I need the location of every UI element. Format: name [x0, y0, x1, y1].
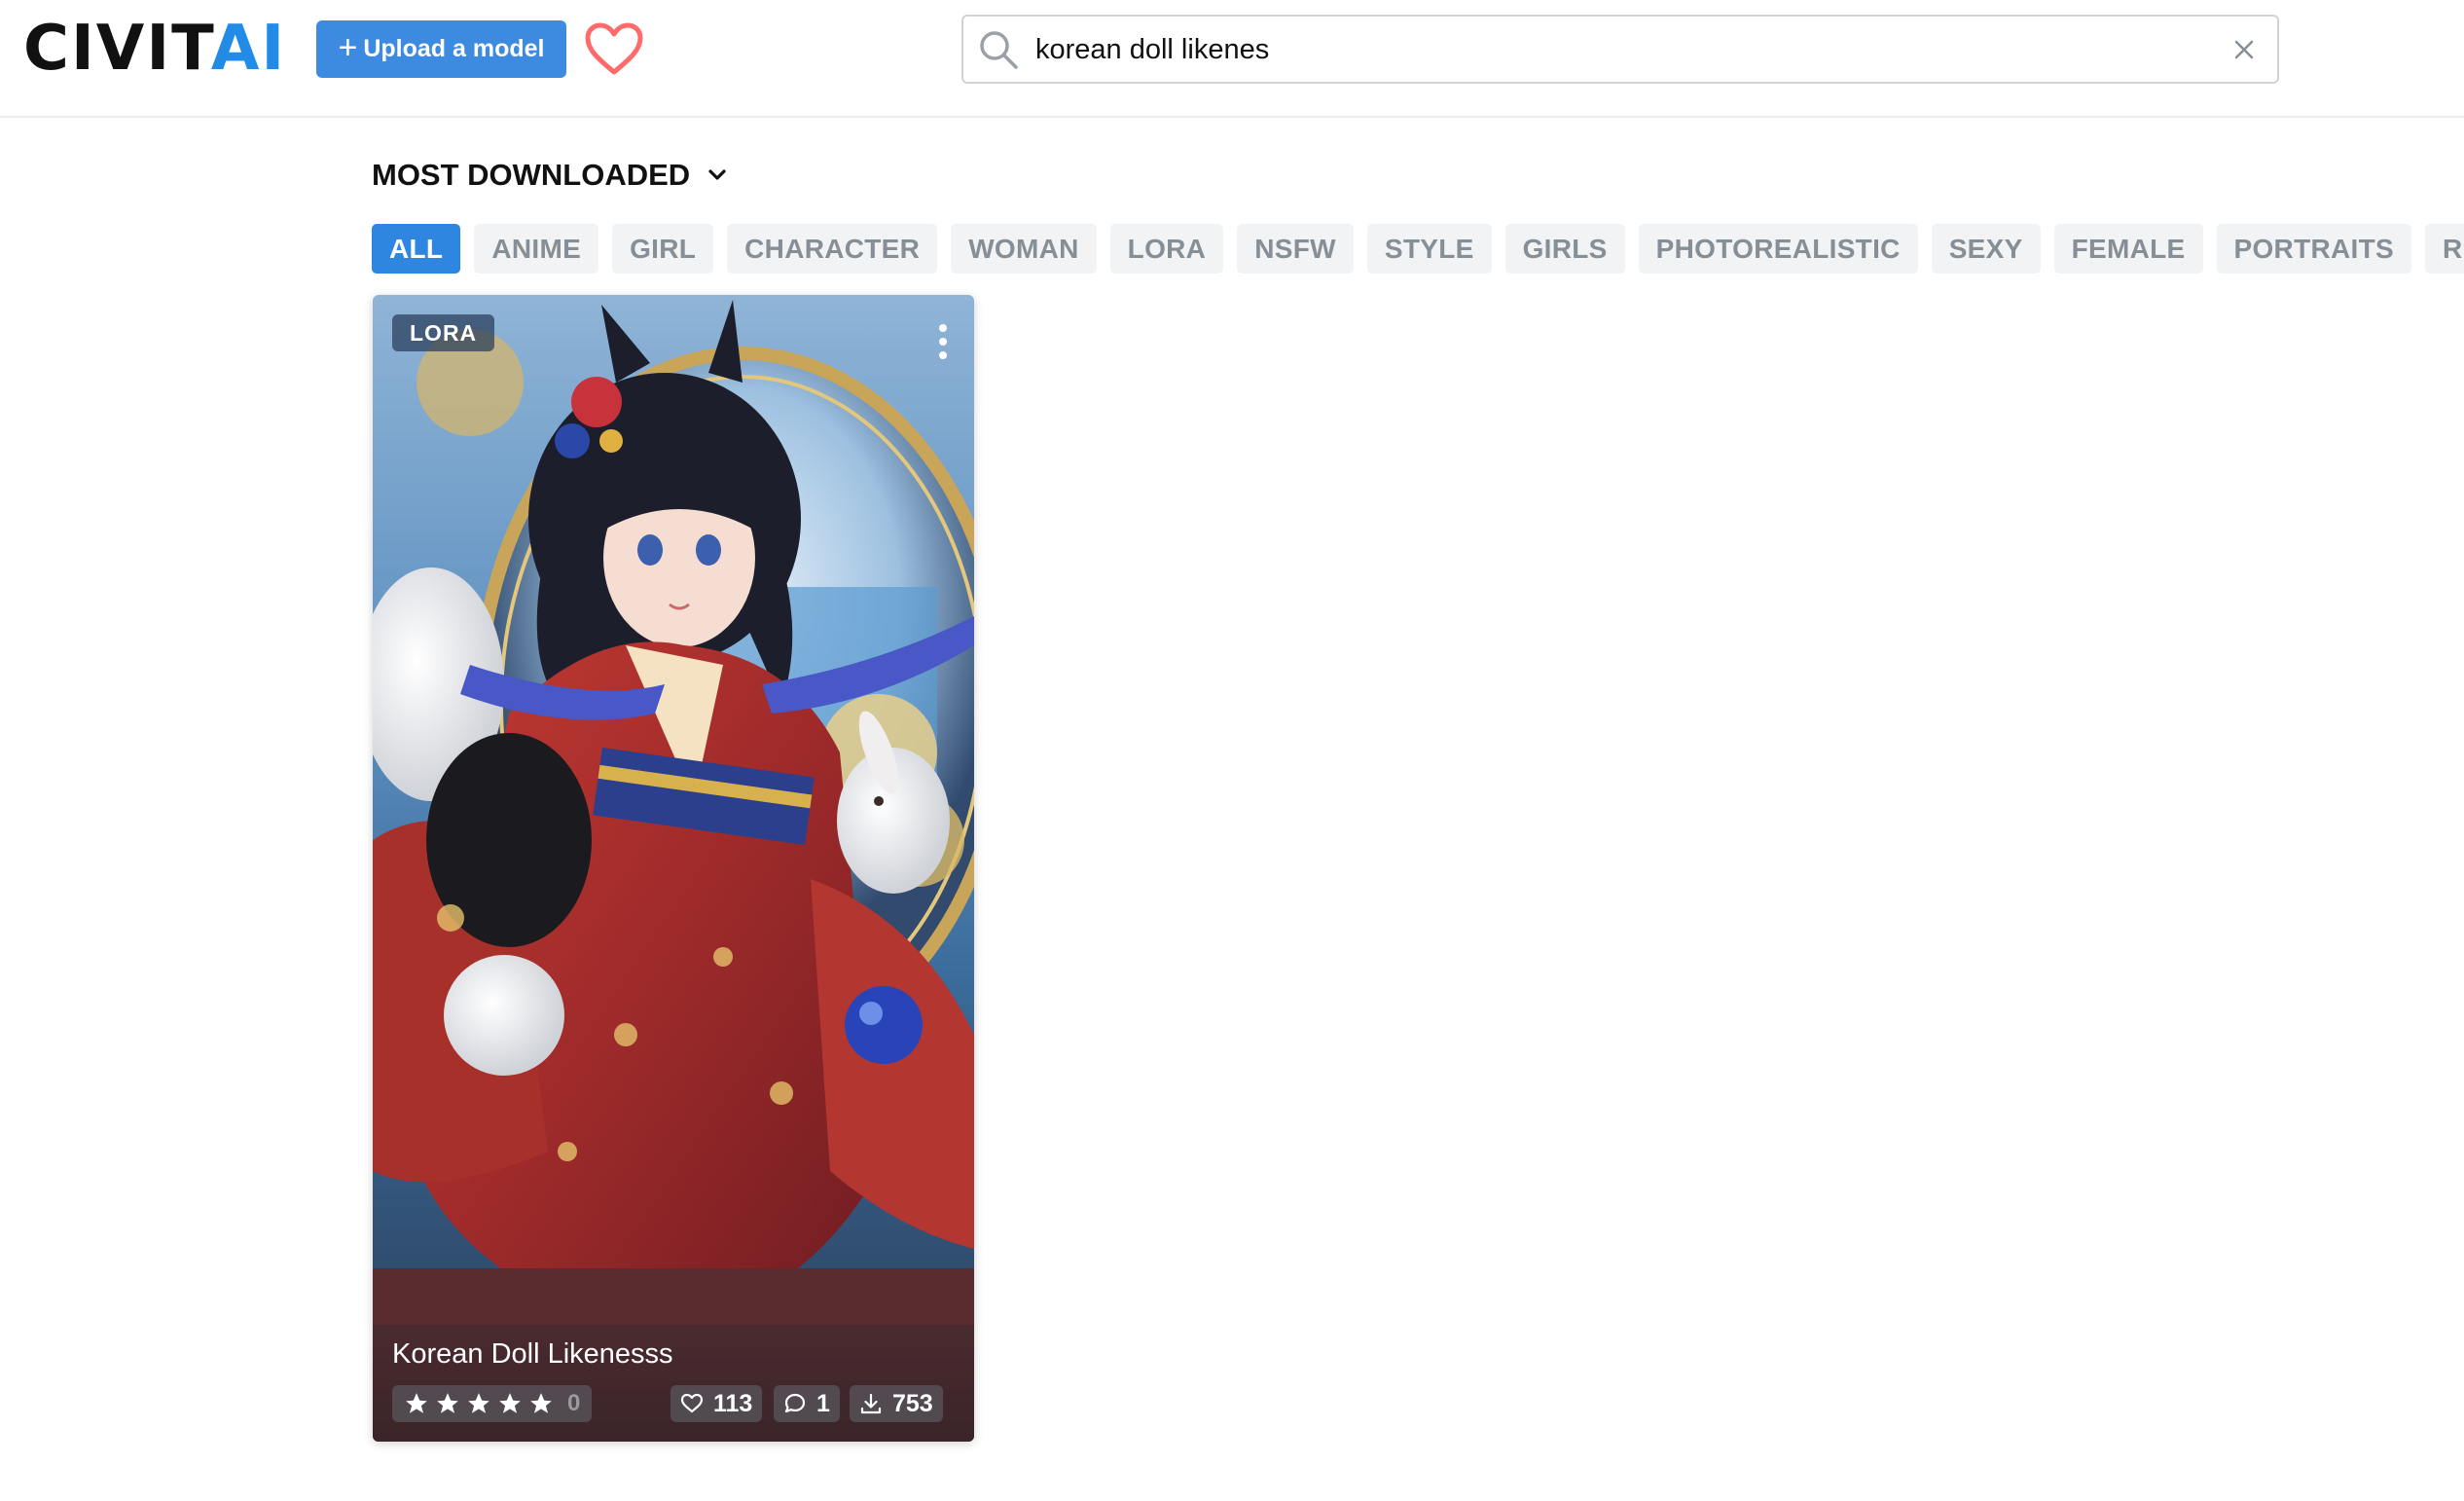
tag-chip-woman[interactable]: WOMAN: [951, 224, 1097, 274]
upload-model-label: Upload a model: [363, 35, 545, 62]
tag-chip-sexy[interactable]: SEXY: [1931, 224, 2041, 274]
top-header: CIVITAI + Upload a model: [0, 0, 2464, 118]
logo-civ-text: CIVIT: [23, 13, 211, 85]
star-icon: [499, 1393, 521, 1413]
tag-chip-character[interactable]: CHARACTER: [727, 224, 938, 274]
tag-chip-girl[interactable]: GIRL: [612, 224, 714, 274]
rating-count: 0: [567, 1390, 581, 1416]
model-type-badge: LORA: [392, 314, 495, 351]
search-bar[interactable]: [961, 15, 2279, 84]
star-icon: [530, 1393, 552, 1413]
downloads-count: 753: [892, 1389, 933, 1417]
tag-chip-female[interactable]: FEMALE: [2053, 224, 2203, 274]
star-icon: [406, 1393, 427, 1413]
dots-vertical-icon[interactable]: [937, 322, 949, 361]
heart-icon[interactable]: [584, 21, 644, 76]
comments-count: 1: [816, 1389, 830, 1417]
tag-chip-style[interactable]: STYLE: [1366, 224, 1492, 274]
plus-icon: +: [338, 29, 358, 66]
star-icon: [437, 1393, 458, 1413]
likes-count: 113: [713, 1389, 753, 1417]
search-input[interactable]: [1033, 24, 2182, 75]
tag-chip-photorealistic[interactable]: PHOTOREALISTIC: [1638, 224, 1918, 274]
tag-chip-rea[interactable]: REA: [2424, 224, 2464, 274]
comment-icon: [784, 1393, 806, 1413]
chevron-down-icon: [708, 169, 726, 180]
tag-chip-all[interactable]: ALL: [372, 224, 461, 274]
download-icon: [860, 1393, 882, 1414]
close-icon[interactable]: [2228, 34, 2260, 65]
likes-stat: 113: [670, 1385, 763, 1422]
model-card[interactable]: LORA Korean Doll Likenesss 0 113 1 753: [373, 295, 974, 1442]
tag-chip-anime[interactable]: ANIME: [474, 224, 599, 274]
downloads-stat: 753: [850, 1385, 943, 1422]
logo-ai-text: AI: [210, 13, 287, 85]
comments-stat: 1: [774, 1385, 840, 1422]
sort-label: MOST DOWNLOADED: [372, 158, 691, 192]
star-icon: [468, 1393, 489, 1413]
tag-chip-lora[interactable]: LORA: [1109, 224, 1224, 274]
heart-icon: [680, 1393, 704, 1413]
tag-chip-girls[interactable]: GIRLS: [1504, 224, 1625, 274]
civitai-logo[interactable]: CIVITAI: [23, 18, 286, 80]
model-title[interactable]: Korean Doll Likenesss: [392, 1338, 673, 1371]
rating-stars: 0: [392, 1385, 593, 1422]
search-icon: [980, 31, 1018, 69]
model-preview-image: [373, 295, 974, 1442]
tag-filter-bar: ALL ANIME GIRL CHARACTER WOMAN LORA NSFW STYLE G…: [372, 224, 2464, 275]
upload-model-button[interactable]: + Upload a model: [316, 20, 566, 78]
tag-chip-nsfw[interactable]: NSFW: [1237, 224, 1354, 274]
tag-chip-portraits[interactable]: PORTRAITS: [2216, 224, 2411, 274]
card-footer: Korean Doll Likenesss 0 113 1 753: [373, 1325, 974, 1442]
sort-dropdown[interactable]: MOST DOWNLOADED: [372, 156, 729, 195]
